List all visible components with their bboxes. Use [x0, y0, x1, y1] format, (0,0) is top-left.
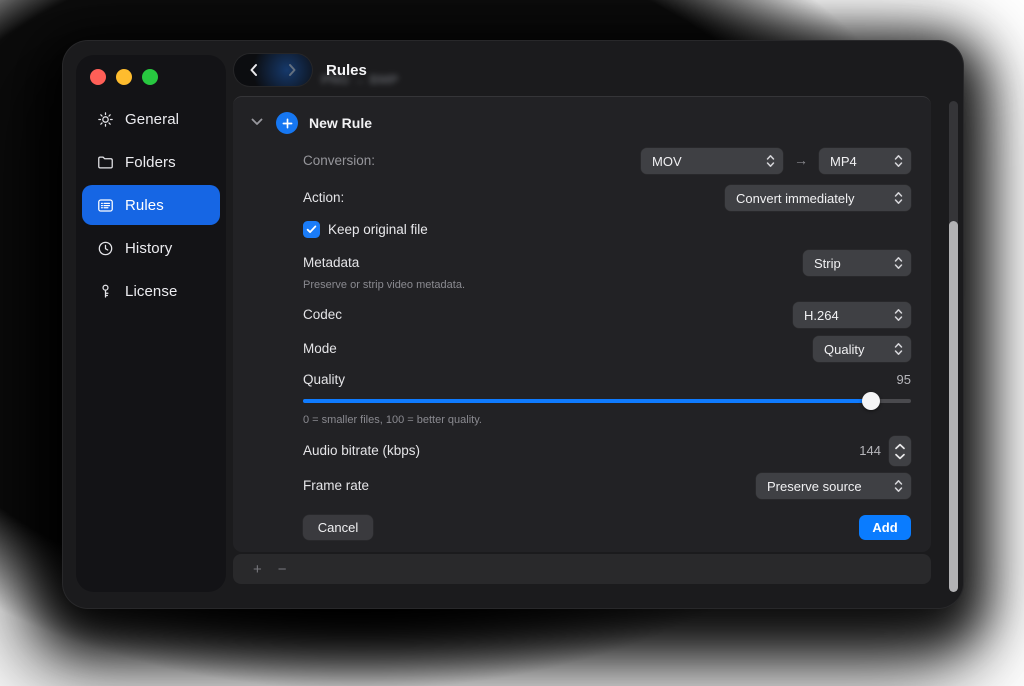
window-controls — [82, 61, 166, 93]
updown-chevrons-icon — [766, 153, 775, 169]
quality-label: Quality — [303, 372, 345, 387]
conversion-from-value: MOV — [652, 154, 682, 169]
updown-chevrons-icon — [894, 255, 903, 271]
mode-label: Mode — [303, 341, 337, 356]
frame-rate-label: Frame rate — [303, 478, 369, 493]
minimize-window-button[interactable] — [116, 69, 132, 85]
rule-editor-card: New Rule Conversion: MOV → MP4 Action: C… — [233, 96, 931, 552]
sidebar-item-label: History — [125, 240, 172, 257]
conversion-label: Conversion: — [303, 153, 375, 168]
key-icon — [95, 281, 115, 301]
metadata-select[interactable]: Strip — [803, 250, 911, 276]
metadata-help-text: Preserve or strip video metadata. — [303, 279, 465, 291]
forward-button[interactable] — [273, 54, 312, 86]
conversion-arrow-icon: → — [789, 152, 813, 168]
audio-bitrate-value: 144 — [859, 443, 881, 458]
quality-slider[interactable] — [303, 392, 911, 410]
slider-fill — [303, 399, 871, 403]
quality-value: 95 — [897, 372, 911, 387]
section-title: New Rule — [309, 115, 372, 131]
audio-bitrate-stepper[interactable] — [889, 436, 911, 466]
folder-icon — [95, 152, 115, 172]
action-value: Convert immediately — [736, 191, 855, 206]
sidebar-item-label: Folders — [125, 154, 176, 171]
back-button[interactable] — [234, 54, 273, 86]
action-label: Action: — [303, 190, 344, 205]
cancel-button[interactable]: Cancel — [303, 515, 373, 540]
sidebar-item-general[interactable]: General — [82, 99, 220, 139]
sidebar-item-license[interactable]: License — [82, 271, 220, 311]
screenshot-canvas: General Folders — [0, 0, 1024, 686]
close-window-button[interactable] — [90, 69, 106, 85]
updown-chevrons-icon — [894, 341, 903, 357]
add-button[interactable]: Add — [859, 515, 911, 540]
keep-original-checkbox[interactable] — [303, 221, 320, 238]
updown-chevrons-icon — [894, 190, 903, 206]
codec-select[interactable]: H.264 — [793, 302, 911, 328]
updown-chevrons-icon — [894, 478, 903, 494]
conversion-to-select[interactable]: MP4 — [819, 148, 911, 174]
stepper-down-icon[interactable] — [894, 452, 906, 461]
history-nav-pill — [234, 54, 312, 86]
sidebar-item-history[interactable]: History — [82, 228, 220, 268]
stepper-up-icon[interactable] — [894, 442, 906, 451]
disclosure-chevron-icon[interactable] — [251, 118, 263, 126]
sidebar-item-label: General — [125, 111, 179, 128]
frame-rate-select[interactable]: Preserve source — [756, 473, 911, 499]
codec-label: Codec — [303, 307, 342, 322]
scrollbar-thumb[interactable] — [949, 221, 958, 592]
add-rule-icon[interactable]: + — [253, 562, 262, 577]
history-clock-icon — [95, 238, 115, 258]
rules-list-icon — [95, 195, 115, 215]
codec-value: H.264 — [804, 308, 839, 323]
sidebar-item-rules[interactable]: Rules — [82, 185, 220, 225]
mode-select[interactable]: Quality — [813, 336, 911, 362]
keep-original-label: Keep original file — [328, 222, 428, 237]
page-title: Rules — [326, 62, 367, 79]
quality-help-text: 0 = smaller files, 100 = better quality. — [303, 414, 482, 426]
mode-value: Quality — [824, 342, 864, 357]
slider-thumb[interactable] — [862, 392, 880, 410]
new-rule-plus-icon[interactable] — [276, 112, 298, 134]
checkmark-icon — [306, 225, 317, 234]
rules-list-toolbar: + − — [233, 554, 931, 584]
sidebar-item-label: License — [125, 283, 177, 300]
sidebar-item-label: Rules — [125, 197, 164, 214]
sidebar: General Folders — [76, 55, 226, 592]
sidebar-nav: General Folders — [82, 99, 220, 311]
action-select[interactable]: Convert immediately — [725, 185, 911, 211]
conversion-from-select[interactable]: MOV — [641, 148, 783, 174]
updown-chevrons-icon — [894, 153, 903, 169]
metadata-value: Strip — [814, 256, 841, 271]
app-preferences-window: General Folders — [62, 40, 964, 609]
metadata-label: Metadata — [303, 255, 359, 270]
updown-chevrons-icon — [894, 307, 903, 323]
gear-icon — [95, 109, 115, 129]
zoom-window-button[interactable] — [142, 69, 158, 85]
audio-bitrate-label: Audio bitrate (kbps) — [303, 443, 420, 458]
sidebar-item-folders[interactable]: Folders — [82, 142, 220, 182]
frame-rate-value: Preserve source — [767, 479, 862, 494]
conversion-to-value: MP4 — [830, 154, 857, 169]
remove-rule-icon[interactable]: − — [278, 562, 287, 577]
